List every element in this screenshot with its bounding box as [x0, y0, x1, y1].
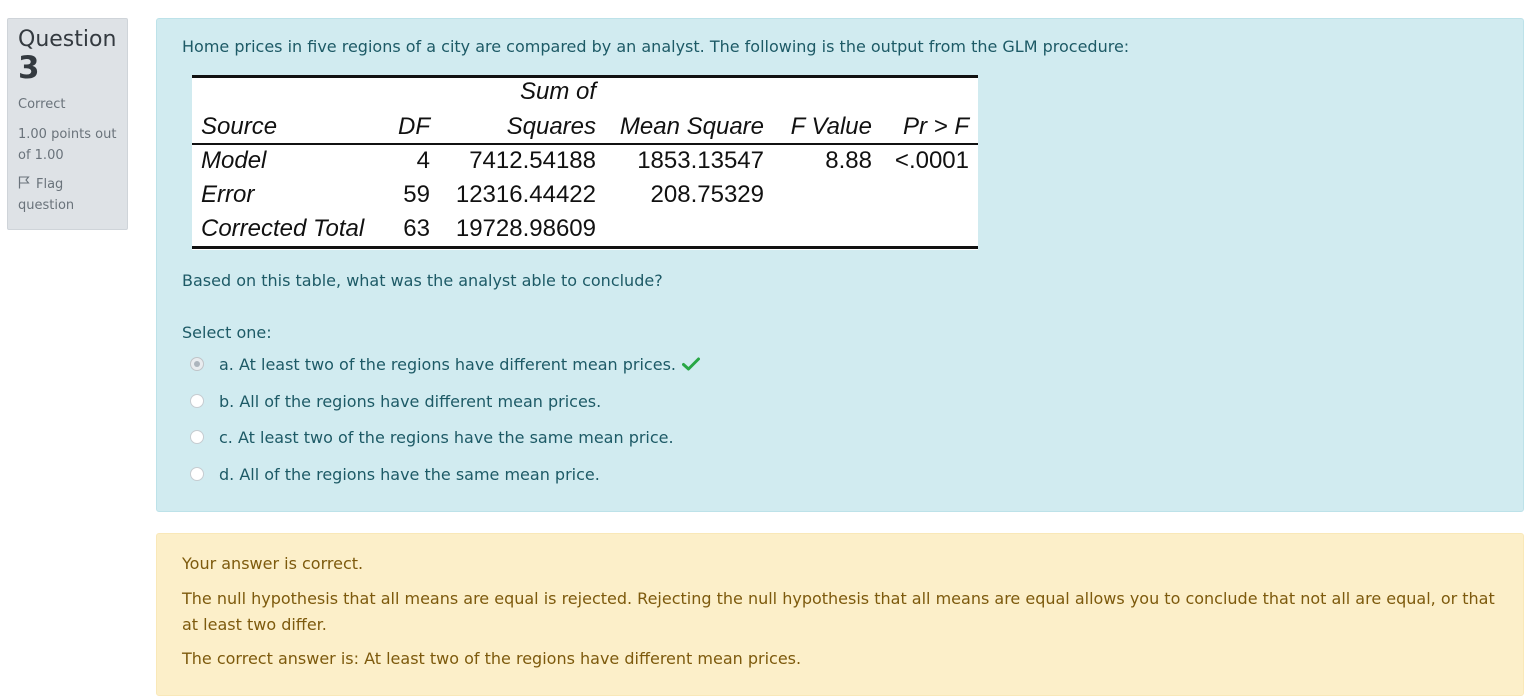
- answer-option-b-label: b. All of the regions have different mea…: [219, 391, 602, 411]
- checkmark-icon: [681, 357, 700, 371]
- row-total-source: Corrected Total: [201, 215, 365, 242]
- header-f-value: F Value: [790, 113, 872, 140]
- question-number: 3: [18, 50, 40, 86]
- table-header-rule: [192, 143, 978, 145]
- question-formulation: Home prices in five regions of a city ar…: [156, 18, 1524, 512]
- question-info-panel: Question 3 Correct 1.00 points out of 1.…: [7, 18, 128, 230]
- glm-output-table: Sum of Source DF Squares Mean Square F V…: [192, 75, 978, 250]
- answer-option-c-label: c. At least two of the regions have the …: [219, 427, 674, 447]
- general-feedback: The null hypothesis that all means are e…: [182, 589, 1495, 634]
- answer-option-a-label: a. At least two of the regions have diff…: [219, 354, 676, 374]
- row-model-f: 8.88: [825, 147, 872, 174]
- header-df: DF: [398, 113, 430, 140]
- question-grade: 1.00 points out of 1.00: [18, 127, 117, 163]
- row-model-ms: 1853.13547: [637, 147, 764, 174]
- specific-feedback: Your answer is correct.: [182, 554, 364, 573]
- header-pr-f: Pr > F: [902, 113, 969, 140]
- question-text: Home prices in five regions of a city ar…: [182, 37, 1130, 56]
- row-total-df: 63: [403, 215, 430, 242]
- row-model-df: 4: [416, 147, 430, 174]
- row-error-source: Error: [201, 181, 255, 208]
- flag-icon: [18, 176, 30, 189]
- radio-option-d[interactable]: [190, 467, 204, 481]
- answer-option-b[interactable]: b. All of the regions have different mea…: [190, 390, 601, 412]
- header-mean-square: Mean Square: [619, 113, 764, 140]
- right-answer: The correct answer is: At least two of t…: [182, 649, 802, 668]
- radio-option-a[interactable]: [190, 357, 204, 371]
- row-model-p: <.0001: [894, 147, 969, 174]
- answer-option-c[interactable]: c. At least two of the regions have the …: [190, 426, 674, 448]
- table-bottom-rule: [192, 246, 978, 249]
- answer-option-a[interactable]: a. At least two of the regions have diff…: [190, 353, 700, 375]
- answer-option-d-label: d. All of the regions have the same mean…: [219, 464, 600, 484]
- radio-option-b[interactable]: [190, 394, 204, 408]
- flag-question-link[interactable]: Flag question: [18, 174, 118, 216]
- row-model-source: Model: [201, 147, 267, 174]
- row-error-ss: 12316.44422: [455, 181, 596, 208]
- header-squares: Squares: [506, 113, 596, 140]
- answer-option-d[interactable]: d. All of the regions have the same mean…: [190, 463, 600, 485]
- row-total-ss: 19728.98609: [455, 215, 596, 242]
- select-one-label: Select one:: [182, 323, 272, 342]
- question-state: Correct: [18, 97, 66, 112]
- row-model-ss: 7412.54188: [469, 147, 596, 174]
- question-prompt: Based on this table, what was the analys…: [182, 271, 663, 290]
- header-source: Source: [201, 113, 278, 140]
- row-error-ms: 208.75329: [650, 181, 764, 208]
- radio-option-c[interactable]: [190, 430, 204, 444]
- header-sum-of: Sum of: [519, 78, 596, 105]
- row-error-df: 59: [403, 181, 430, 208]
- feedback-box: Your answer is correct. The null hypothe…: [156, 533, 1524, 696]
